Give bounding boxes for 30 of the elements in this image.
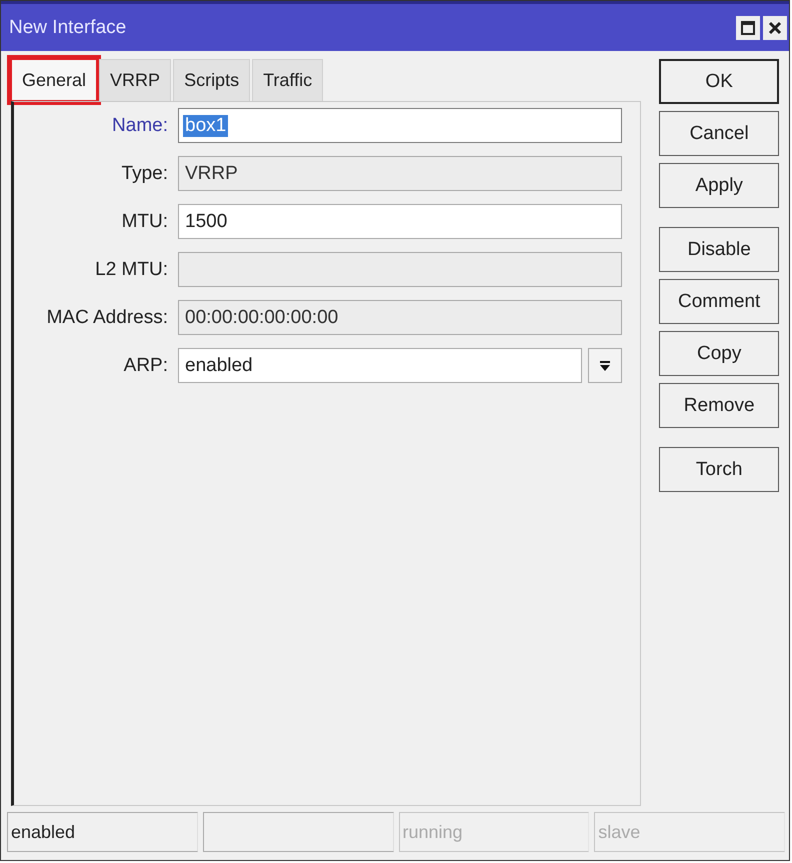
tab[interactable]: Traffic	[252, 59, 324, 101]
tab[interactable]: VRRP	[99, 59, 172, 101]
dialog-button[interactable]: Apply	[659, 163, 779, 208]
status-cell: slave	[594, 812, 785, 852]
window-title: New Interface	[9, 16, 126, 38]
tab[interactable]: Scripts	[173, 59, 250, 101]
close-icon	[767, 20, 783, 36]
maximize-icon	[740, 20, 756, 36]
input-field[interactable]: box1	[178, 108, 622, 143]
maximize-button[interactable]	[736, 16, 760, 40]
field-label: L2 MTU:	[94, 258, 168, 280]
dropdown-button[interactable]	[588, 348, 622, 383]
field-label: MTU:	[120, 210, 168, 232]
dropdown-arrow-icon	[599, 360, 612, 372]
status-cell: enabled	[7, 812, 198, 852]
dialog-button[interactable]: Remove	[659, 383, 779, 428]
input-field[interactable]: 1500	[178, 204, 622, 239]
dialog-button[interactable]: Copy	[659, 331, 779, 376]
dropdown-field[interactable]: enabled	[178, 348, 582, 383]
field-label: MAC Address:	[46, 306, 168, 328]
dialog-button[interactable]: Torch	[659, 447, 779, 492]
field-label: Type:	[120, 162, 168, 184]
field-label: Name:	[111, 114, 168, 136]
dialog-button[interactable]: Disable	[659, 227, 779, 272]
dialog-button[interactable]: Comment	[659, 279, 779, 324]
dialog-button[interactable]: OK	[659, 59, 779, 104]
status-cell: running	[398, 812, 590, 852]
close-button[interactable]	[763, 16, 787, 40]
field-label: ARP:	[122, 354, 168, 376]
dialog-button[interactable]: Cancel	[659, 111, 779, 156]
